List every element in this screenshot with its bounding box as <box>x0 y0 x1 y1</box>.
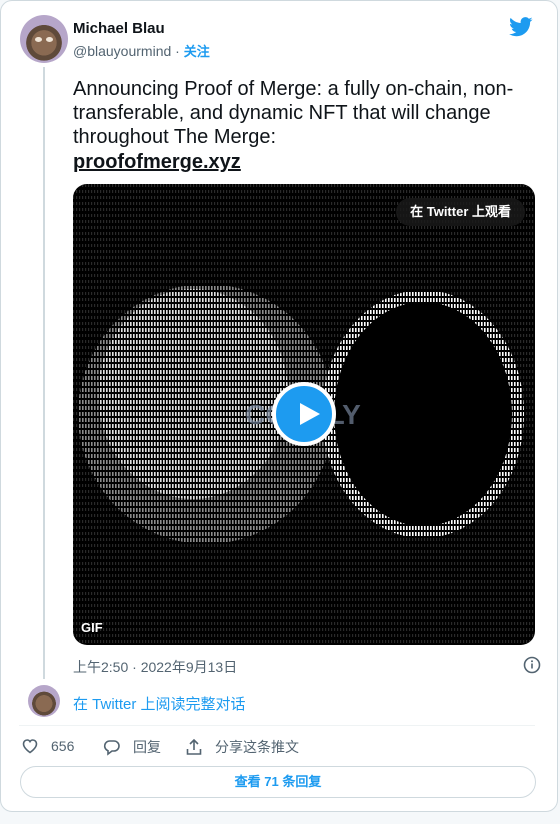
view-replies-button[interactable]: 查看 71 条回复 <box>20 766 536 798</box>
handle-separator: · <box>175 43 180 59</box>
author-handle[interactable]: @blauyourmind <box>73 43 171 59</box>
author-name[interactable]: Michael Blau <box>73 20 165 37</box>
watch-on-twitter-button[interactable]: 在 Twitter 上观看 <box>396 198 525 226</box>
tweet-timestamp[interactable]: 上午2:50 · 2022年9月13日 <box>73 657 237 677</box>
follow-link[interactable]: 关注 <box>184 44 210 59</box>
like-button[interactable]: 656 <box>21 737 74 755</box>
reply-icon <box>103 740 120 756</box>
avatar-eye-right <box>46 37 53 42</box>
gif-badge: GIF <box>81 620 103 635</box>
play-icon[interactable] <box>272 382 336 446</box>
like-count: 656 <box>51 738 75 754</box>
reply-button[interactable]: 回复 <box>103 737 161 757</box>
share-label: 分享这条推文 <box>215 739 299 755</box>
tweet-body: Announcing Proof of Merge: a fully on-ch… <box>73 78 514 148</box>
left-disc-highlight <box>98 289 288 499</box>
tweet-embed-card: Michael Blau @blauyourmind · 关注 Announci… <box>0 0 558 812</box>
avatar-eye-left <box>35 37 42 42</box>
twitter-bird-icon[interactable] <box>509 17 533 37</box>
thread-line <box>43 67 45 679</box>
share-icon <box>186 738 202 755</box>
author-handle-row: @blauyourmind · 关注 <box>73 41 210 60</box>
info-icon[interactable] <box>523 656 541 674</box>
tweet-text: Announcing Proof of Merge: a fully on-ch… <box>73 77 543 174</box>
share-button[interactable]: 分享这条推文 <box>185 737 299 757</box>
divider <box>19 725 535 726</box>
tweet-link[interactable]: proofofmerge.xyz <box>73 150 543 174</box>
reply-label: 回复 <box>133 739 161 755</box>
thread-avatar[interactable] <box>28 685 60 717</box>
read-full-thread-link[interactable]: 在 Twitter 上阅读完整对话 <box>73 693 246 714</box>
heart-icon <box>22 739 38 754</box>
media-gif[interactable]: CORALY 在 Twitter 上观看 GIF <box>73 184 535 645</box>
author-avatar[interactable] <box>20 15 68 63</box>
